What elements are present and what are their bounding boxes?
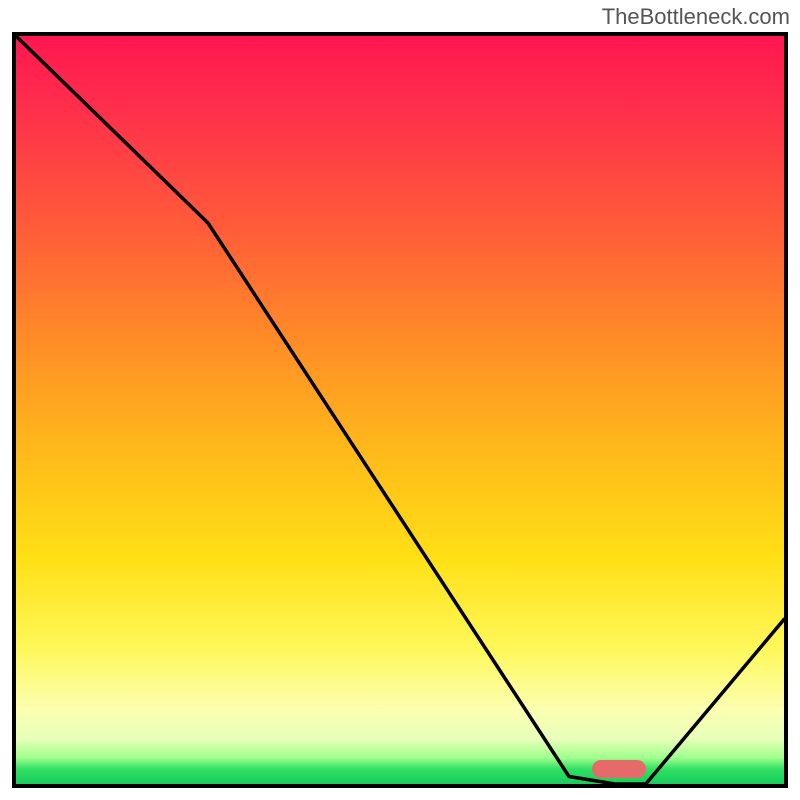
chart-frame: [12, 32, 788, 788]
optimal-marker: [592, 760, 646, 778]
watermark-text: TheBottleneck.com: [602, 4, 790, 30]
bottleneck-curve: [16, 36, 784, 784]
